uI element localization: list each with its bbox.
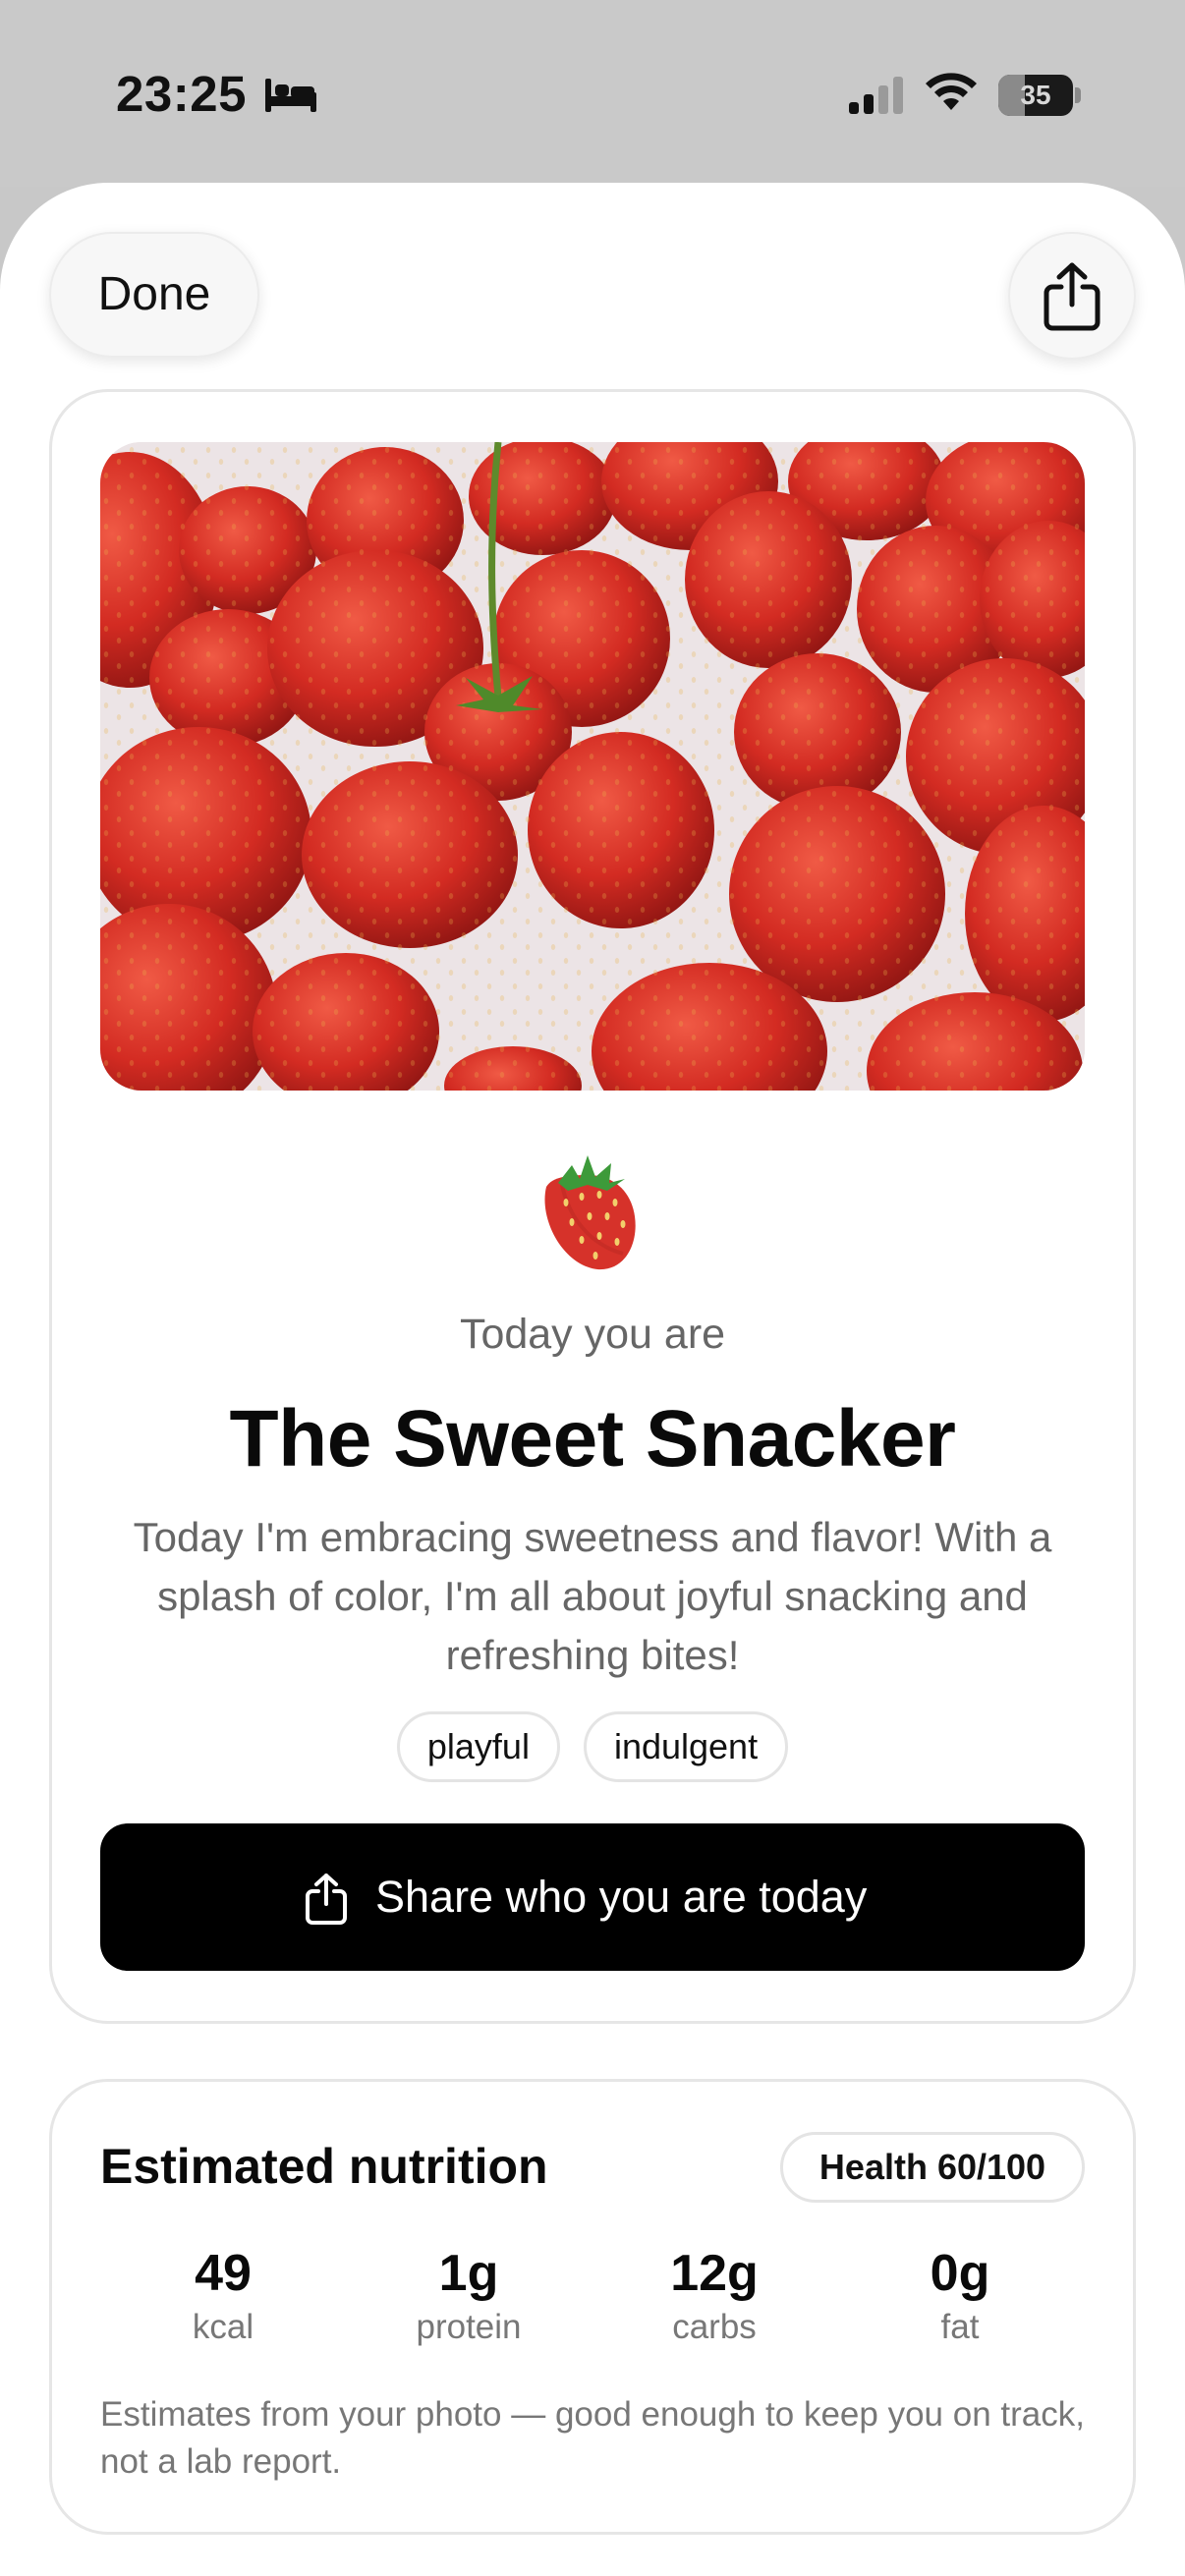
- bed-icon: [265, 79, 316, 112]
- share-persona-label: Share who you are today: [375, 1872, 868, 1922]
- nutrition-value: 1g: [438, 2245, 499, 2302]
- tag-indulgent: indulgent: [583, 1711, 789, 1782]
- tag-playful: playful: [396, 1711, 560, 1782]
- nutrition-stat-protein: 1g protein: [346, 2244, 592, 2352]
- nutrition-value: 12g: [670, 2245, 759, 2302]
- strawberry-emoji-icon: [544, 1155, 636, 1270]
- persona-description: Today I'm embracing sweetness and flavor…: [133, 1514, 1052, 1678]
- persona-intro: Today you are: [459, 1311, 726, 1358]
- wifi-icon: [926, 73, 977, 110]
- nutrition-stat-fat: 0g fat: [837, 2244, 1083, 2352]
- nutrition-label: protein: [416, 2308, 522, 2346]
- nutrition-label: carbs: [672, 2308, 757, 2346]
- nutrition-stat-kcal: 49 kcal: [100, 2244, 346, 2352]
- share-icon: [1044, 262, 1100, 331]
- battery-percentage: 35: [1020, 80, 1051, 110]
- nutrition-value: 49: [195, 2245, 252, 2302]
- strawberries-photo: [100, 442, 1085, 1091]
- cellular-signal-icon: [849, 77, 903, 114]
- persona-title: The Sweet Snacker: [229, 1394, 956, 1484]
- nutrition-stats: 49 kcal 1g protein 12g carbs 0g fat: [100, 2244, 1085, 2352]
- nutrition-disclaimer: Estimates from your photo — good enough …: [100, 2395, 1085, 2481]
- health-score-badge: Health 60/100: [780, 2132, 1085, 2203]
- share-persona-button[interactable]: Share who you are today: [100, 1823, 1085, 1971]
- battery-icon: 35: [998, 75, 1081, 116]
- nutrition-value: 0g: [930, 2245, 990, 2302]
- share-icon: [306, 1874, 347, 1925]
- nutrition-title: Estimated nutrition: [100, 2139, 548, 2194]
- done-button[interactable]: Done: [49, 232, 259, 358]
- share-button[interactable]: [1008, 232, 1136, 360]
- nutrition-label: fat: [940, 2308, 980, 2346]
- meal-photo: [100, 442, 1085, 1091]
- nutrition-label: kcal: [192, 2308, 254, 2346]
- nutrition-stat-carbs: 12g carbs: [592, 2244, 837, 2352]
- status-bar: 23:25 35: [0, 0, 1185, 187]
- status-time: 23:25: [116, 66, 247, 122]
- persona-tags: playful indulgent: [0, 1711, 1185, 1782]
